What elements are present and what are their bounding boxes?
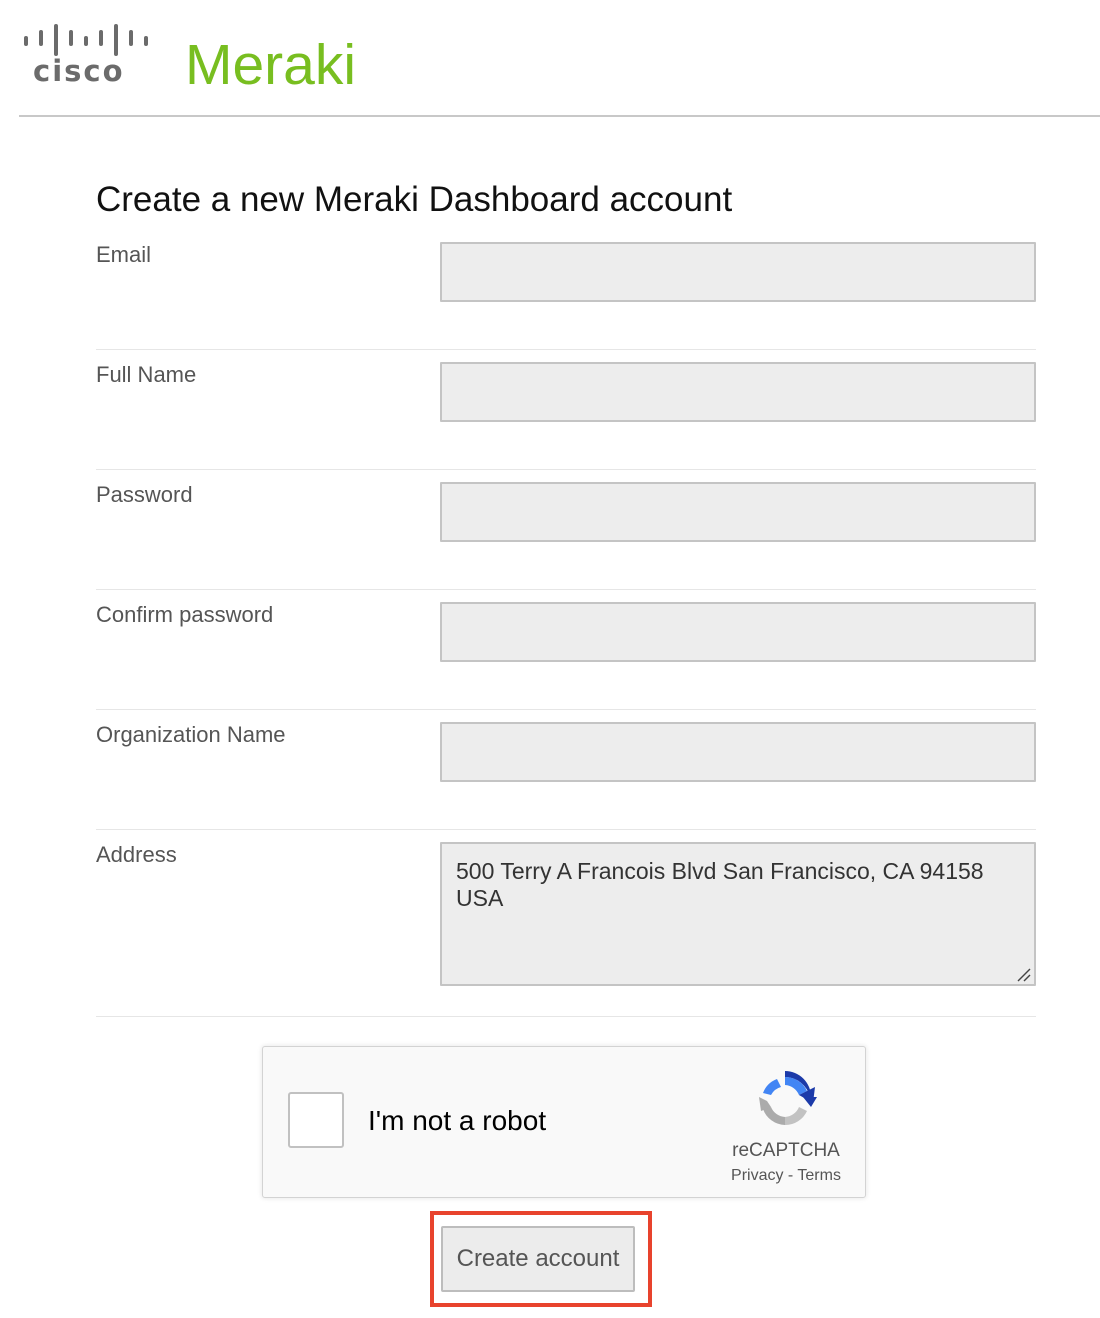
full-name-label: Full Name <box>96 362 197 387</box>
email-field[interactable] <box>440 242 1036 302</box>
password-row: Password <box>96 470 1036 590</box>
recaptcha-label: I'm not a robot <box>368 1105 547 1136</box>
recaptcha-logo-icon <box>759 1071 817 1126</box>
meraki-wordmark: Meraki <box>185 33 357 97</box>
cisco-logo: cisco <box>20 20 150 92</box>
recaptcha-privacy-link[interactable]: Privacy <box>731 1167 783 1184</box>
recaptcha-terms-link[interactable]: Terms <box>797 1167 841 1184</box>
full-name-field[interactable] <box>440 362 1036 422</box>
address-label: Address <box>96 842 177 867</box>
create-account-button[interactable]: Create account <box>441 1226 635 1292</box>
email-row: Email <box>96 230 1036 350</box>
recaptcha-links: Privacy - Terms <box>711 1167 861 1185</box>
password-field[interactable] <box>440 482 1036 542</box>
full-name-row: Full Name <box>96 350 1036 470</box>
confirm-password-field[interactable] <box>440 602 1036 662</box>
password-label: Password <box>96 482 193 507</box>
page-title: Create a new Meraki Dashboard account <box>96 180 733 219</box>
recaptcha-link-separator: - <box>783 1167 798 1184</box>
address-row: Address 500 Terry A Francois Blvd San Fr… <box>96 830 1036 1017</box>
recaptcha-widget: I'm not a robot reCAPTCHA Privacy - Term… <box>262 1046 866 1198</box>
organization-name-label: Organization Name <box>96 722 286 747</box>
signup-form: Email Full Name Password Confirm passwor… <box>96 230 1036 1017</box>
resize-handle-icon[interactable] <box>1015 966 1031 982</box>
confirm-password-row: Confirm password <box>96 590 1036 710</box>
cisco-wordmark: cisco <box>33 54 125 88</box>
site-header: cisco Meraki <box>19 0 1100 117</box>
organization-name-field[interactable] <box>440 722 1036 782</box>
address-field[interactable]: 500 Terry A Francois Blvd San Francisco,… <box>440 842 1036 986</box>
organization-name-row: Organization Name <box>96 710 1036 830</box>
recaptcha-brand: reCAPTCHA <box>732 1140 840 1161</box>
recaptcha-checkbox[interactable] <box>288 1092 344 1148</box>
confirm-password-label: Confirm password <box>96 602 274 627</box>
cisco-bars-icon <box>24 24 148 56</box>
email-label: Email <box>96 242 152 267</box>
